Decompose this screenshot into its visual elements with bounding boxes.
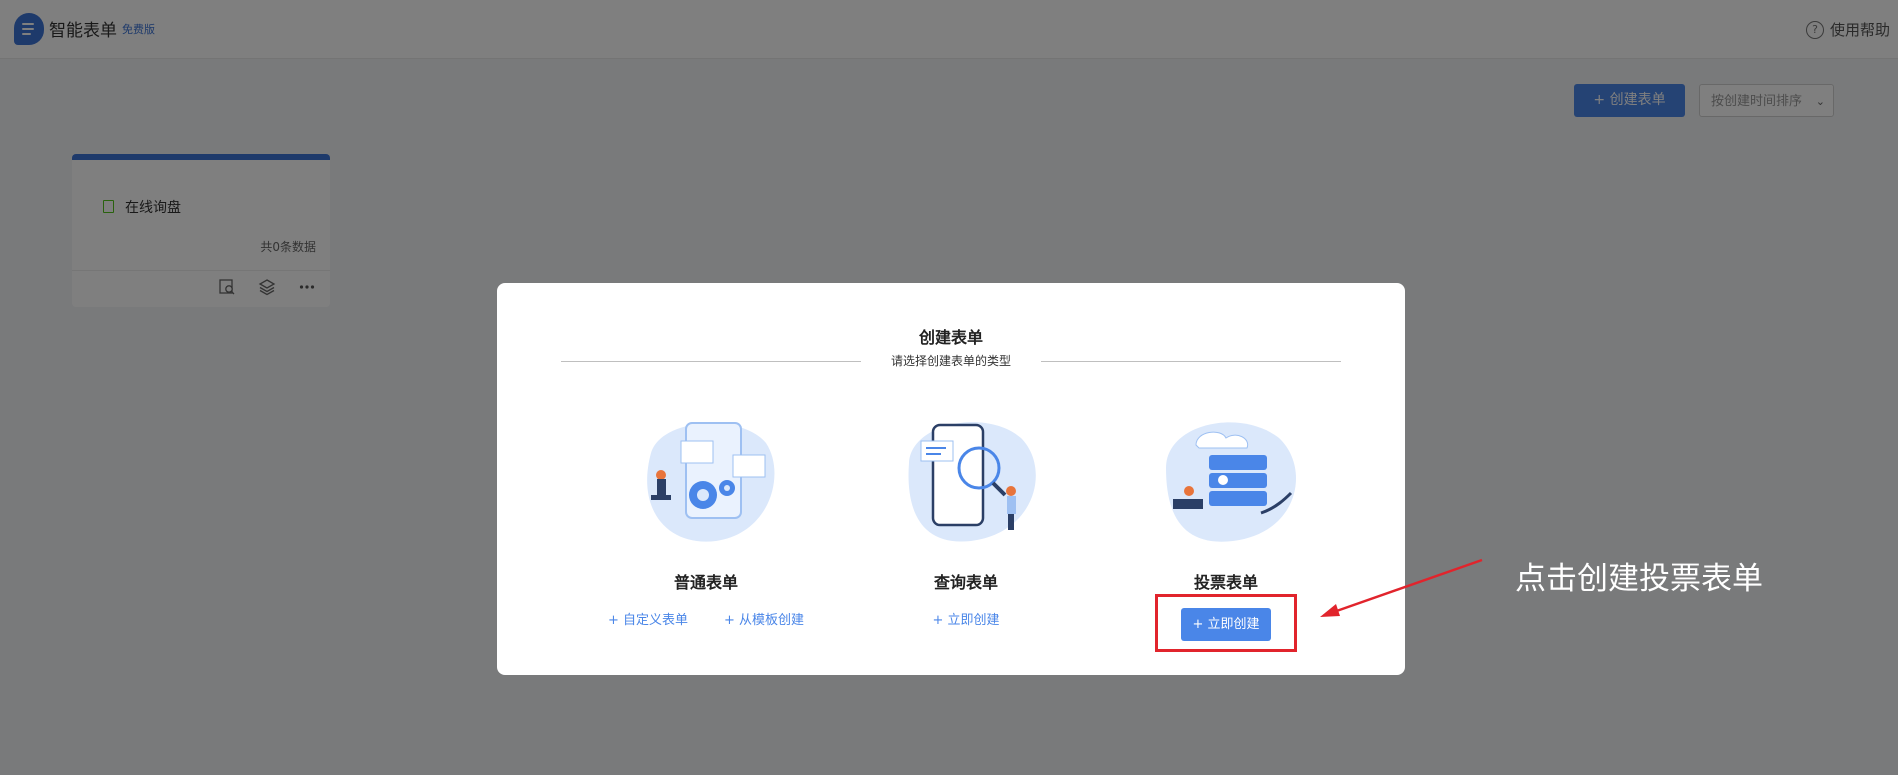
annotation-text: 点击创建投票表单 (1515, 561, 1763, 597)
custom-form-link[interactable]: + 自定义表单 (608, 609, 688, 628)
highlight-box (1155, 594, 1297, 652)
page: 智能表单 免费版 ? 使用帮助 + 创建表单 按创建时间排序 ⌄ 在线询盘 共0… (0, 0, 1898, 775)
option-query-form: 查询表单 + 立即创建 (866, 413, 1066, 628)
option-name: 查询表单 (933, 573, 998, 592)
from-template-link[interactable]: + 从模板创建 (724, 609, 804, 628)
normal-form-illustration (647, 422, 775, 542)
modal-subtitle: 请选择创建表单的类型 (890, 354, 1011, 368)
query-form-illustration (908, 422, 1036, 542)
option-links: + 自定义表单 + 从模板创建 (566, 609, 846, 628)
option-links: + 立即创建 (826, 609, 1106, 628)
option-name: 投票表单 (1193, 573, 1258, 592)
option-name: 普通表单 (673, 573, 738, 592)
modal-title: 创建表单 (918, 328, 983, 347)
option-vote-form: 投票表单 (1126, 413, 1326, 592)
option-normal-form: 普通表单 + 自定义表单 + 从模板创建 (606, 413, 806, 628)
query-create-link[interactable]: + 立即创建 (932, 609, 999, 628)
annotation-arrow-icon (1320, 558, 1483, 617)
vote-form-illustration (1166, 422, 1297, 542)
